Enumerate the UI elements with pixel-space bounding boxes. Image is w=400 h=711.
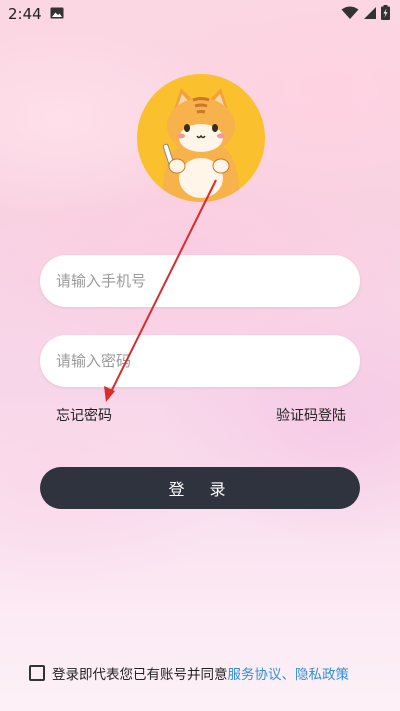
service-agreement-link[interactable]: 服务协议 [228,663,282,683]
code-login-link[interactable]: 验证码登陆 [276,405,346,425]
phone-input[interactable] [40,255,360,307]
wifi-icon [341,6,359,19]
login-button[interactable]: 登 录 [40,467,360,509]
image-icon [50,7,64,19]
status-bar: 2:44 [0,0,400,28]
agreement-text: 登录即代表您已有账号并同意 [52,667,228,683]
signal-icon [364,6,376,19]
battery-icon [381,5,390,20]
agreement-separator: 、 [281,667,296,683]
agreement-row: 登录即代表您已有账号并同意 服务协议 、 隐私政策 [29,663,349,683]
cat-mascot-icon [162,88,240,202]
forgot-password-link[interactable]: 忘记密码 [56,405,112,425]
status-icons [341,5,390,20]
privacy-policy-link[interactable]: 隐私政策 [295,663,349,683]
password-input[interactable] [40,335,360,387]
avatar [137,74,265,202]
login-screen: 2:44 请输入手机号 忘记密码 验证码登陆 登 录 登录即代表您已有账号并同意… [0,0,400,711]
agreement-checkbox[interactable] [29,665,45,681]
status-time: 2:44 [8,5,42,23]
